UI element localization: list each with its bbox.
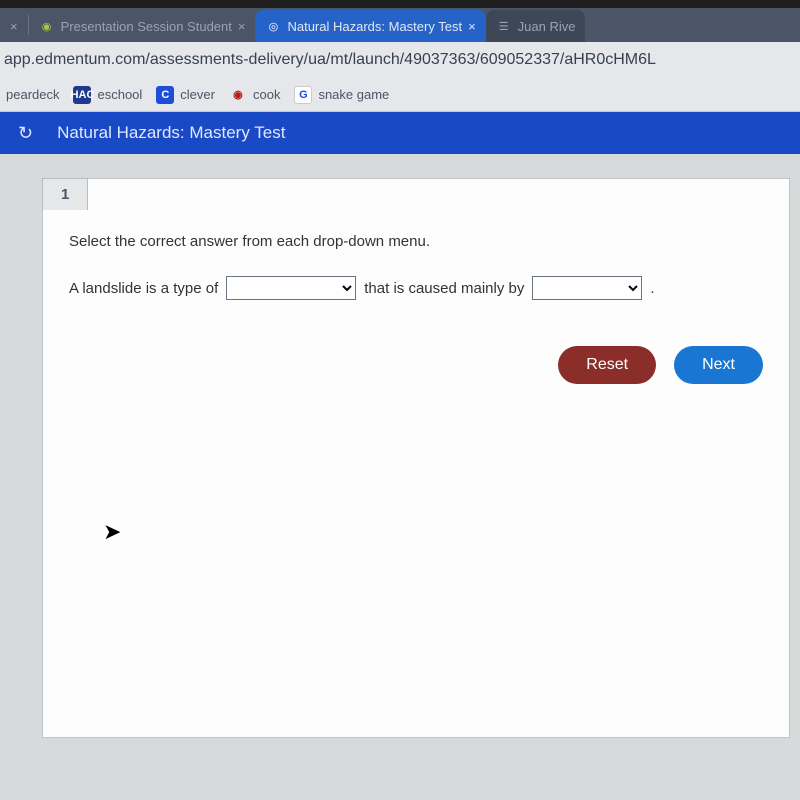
tab-label: Natural Hazards: Mastery Test: [287, 19, 462, 34]
tab-right[interactable]: ☰ Juan Rive: [486, 10, 586, 42]
dropdown-type[interactable]: [226, 276, 356, 300]
bookmark-label: peardeck: [6, 87, 59, 102]
list-icon: ☰: [496, 18, 512, 34]
hac-icon: HAC: [73, 86, 91, 104]
bookmarks-bar: peardeck HAC eschool C clever ◉ cook G s…: [0, 78, 800, 112]
tab-partial-left[interactable]: ×: [0, 10, 28, 42]
question-number-tab[interactable]: 1: [42, 178, 88, 210]
bookmark-peardeck[interactable]: peardeck: [6, 87, 59, 102]
bookmark-label: cook: [253, 87, 280, 102]
bookmark-label: snake game: [318, 87, 389, 102]
tab-presentation[interactable]: ◉ Presentation Session Student ×: [29, 10, 256, 42]
cursor-icon: ➤: [103, 519, 121, 545]
address-bar[interactable]: app.edmentum.com/assessments-delivery/ua…: [0, 42, 800, 78]
question-body: Select the correct answer from each drop…: [43, 211, 789, 322]
question-card: 1 Select the correct answer from each dr…: [42, 178, 790, 738]
page-title: Natural Hazards: Mastery Test: [57, 123, 285, 143]
instruction-text: Select the correct answer from each drop…: [69, 233, 763, 250]
edmentum-icon: ◎: [265, 18, 281, 34]
sentence-part1: A landslide is a type of: [69, 280, 218, 297]
bookmark-eschool[interactable]: HAC eschool: [73, 86, 142, 104]
bookmark-clever[interactable]: C clever: [156, 86, 215, 104]
clever-icon: C: [156, 86, 174, 104]
tab-strip: × ◉ Presentation Session Student × ◎ Nat…: [0, 8, 800, 42]
sentence-period: .: [650, 280, 654, 297]
tab-close[interactable]: ×: [10, 19, 18, 34]
reset-button[interactable]: Reset: [558, 346, 656, 384]
bookmark-label: clever: [180, 87, 215, 102]
bookmark-cook[interactable]: ◉ cook: [229, 86, 280, 104]
tab-close[interactable]: ×: [238, 19, 246, 34]
question-sentence: A landslide is a type of that is caused …: [69, 276, 763, 300]
tab-label: Juan Rive: [518, 19, 576, 34]
google-icon: G: [294, 86, 312, 104]
refresh-icon[interactable]: ↻: [18, 123, 33, 144]
dropdown-cause[interactable]: [532, 276, 642, 300]
peardeck-icon: ◉: [39, 18, 55, 34]
sentence-part2: that is caused mainly by: [364, 280, 524, 297]
tab-close[interactable]: ×: [468, 19, 476, 34]
content-area: 1 Select the correct answer from each dr…: [0, 154, 800, 800]
bookmark-label: eschool: [97, 87, 142, 102]
app-header: ↻ Natural Hazards: Mastery Test: [0, 112, 800, 154]
browser-top-edge: [0, 0, 800, 8]
tab-active[interactable]: ◎ Natural Hazards: Mastery Test ×: [255, 10, 485, 42]
url-text: app.edmentum.com/assessments-delivery/ua…: [4, 51, 656, 69]
bookmark-snake[interactable]: G snake game: [294, 86, 389, 104]
button-row: Reset Next: [43, 322, 789, 384]
tab-label: Presentation Session Student: [61, 19, 232, 34]
next-button[interactable]: Next: [674, 346, 763, 384]
cook-icon: ◉: [229, 86, 247, 104]
